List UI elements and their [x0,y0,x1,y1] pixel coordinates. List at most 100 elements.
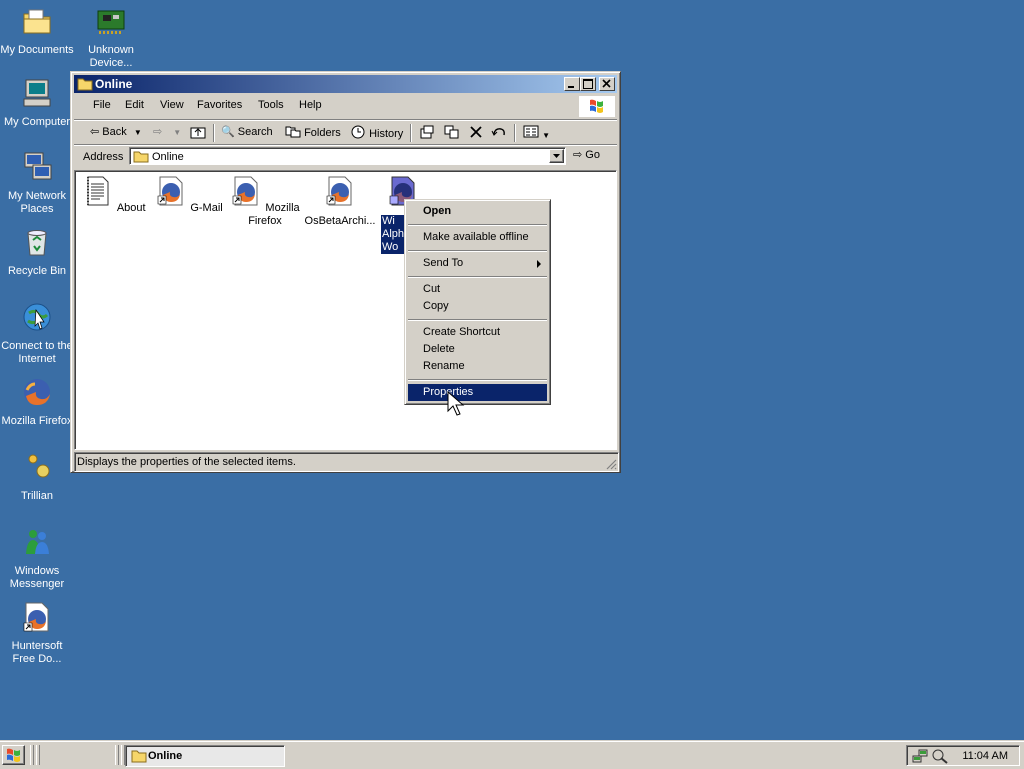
copy-to-button[interactable] [444,125,460,142]
desktop-icon-mozilla-firefox[interactable]: Mozilla Firefox [0,376,74,428]
menu-item-make-available-offline[interactable]: Make available offline [408,229,547,246]
menu-item-open[interactable]: Open [408,203,547,220]
my-documents-folder-icon [23,9,51,34]
menu-item-send-to[interactable]: Send To [408,255,547,272]
desktop-icon-trillian[interactable]: Trillian [0,451,74,503]
address-label: Address [83,151,124,163]
desktop-icon-recycle-bin[interactable]: Recycle Bin [0,226,74,278]
desktop-icon-connect-internet[interactable]: Connect to the Internet [0,301,74,366]
volume-speaker-icon[interactable] [931,748,949,764]
clock[interactable]: 11:04 AM [962,750,1008,762]
menu-tools[interactable]: Tools [258,99,284,111]
firefox-shortcut-icon [23,602,49,632]
go-label: Go [585,149,600,161]
address-field[interactable]: Online [129,147,566,165]
firefox-shortcut-icon [157,176,183,206]
network-places-icon [24,152,52,180]
menu-bar: File Edit View Favorites Tools Help [74,95,617,117]
folders-button[interactable]: Folders [285,125,341,139]
recycle-bin-icon [27,230,47,256]
firefox-shortcut-icon [326,176,352,206]
undo-icon [491,128,505,136]
file-item-osbetaarchive[interactable]: OsBetaArchi... [300,175,380,228]
maximize-icon [583,79,593,89]
chevron-down-icon [553,154,560,158]
go-button[interactable]: ⇨ Go [573,148,600,161]
desktop-icon-unknown-device[interactable]: Unknown Device... [74,5,148,70]
file-item-about[interactable]: About [77,175,151,215]
file-item-gmail[interactable]: G-Mail [152,175,226,215]
menu-view[interactable]: View [160,99,184,111]
menu-item-properties[interactable]: Properties [408,384,547,401]
desktop-icon-windows-messenger[interactable]: Windows Messenger [0,526,74,591]
maximize-button[interactable] [580,77,596,91]
menu-item-create-shortcut[interactable]: Create Shortcut [408,324,547,341]
status-text: Displays the properties of the selected … [77,456,296,468]
menu-separator [408,319,547,321]
connect-internet-icon [23,303,51,331]
menu-file[interactable]: File [93,99,111,111]
taskbar: Online 11:04 AM [0,740,1024,769]
chevron-down-icon: ▼ [542,131,550,140]
messenger-icon [26,530,49,554]
desktop-icon-huntersoft[interactable]: Huntersoft Free Do... [0,601,74,666]
file-item-label: About [116,202,146,214]
desktop-icon-my-computer[interactable]: My Computer [0,77,74,129]
file-item-mozilla-firefox[interactable]: Mozilla Firefox [226,175,304,228]
menu-item-delete[interactable]: Delete [408,341,547,358]
back-button[interactable]: ⇦ Back ▼ [90,125,142,138]
search-button[interactable]: 🔍 Search [221,125,273,138]
undo-button[interactable] [491,125,507,142]
move-to-button[interactable] [419,125,435,142]
menu-edit[interactable]: Edit [125,99,144,111]
desktop-icon-label: My Computer [3,116,71,128]
history-label: History [369,128,404,140]
desktop-icon-my-documents[interactable]: My Documents [0,5,74,57]
menu-item-rename[interactable]: Rename [408,358,547,375]
go-arrow-icon: ⇨ [573,149,583,161]
desktop-icon-label: Connect to the Internet [1,340,73,365]
forward-button[interactable]: ⇨ ▼ [153,125,181,138]
desktop-icon-label: Mozilla Firefox [1,415,73,427]
close-button[interactable] [599,77,615,91]
taskbar-item-online[interactable]: Online [125,745,285,767]
address-value: Online [152,151,184,163]
desktop-icon-label: Windows Messenger [9,565,65,590]
search-label: Search [237,126,273,138]
move-to-icon [420,125,434,139]
standard-toolbar: ⇦ Back ▼ ⇨ ▼ 🔍 Search Folders History ▼ [74,119,617,144]
network-connection-icon[interactable] [912,748,928,764]
firefox-icon [24,379,50,405]
submenu-arrow-icon [537,260,541,268]
folders-label: Folders [304,127,341,139]
history-button[interactable]: History [350,125,403,140]
desktop-icon-label: My Documents [0,44,74,56]
toolbar-separator [213,124,215,142]
circuit-board-icon [97,10,125,34]
resize-grip-icon[interactable] [605,458,617,470]
address-dropdown-button[interactable] [549,149,564,163]
window-title: Online [95,77,133,91]
windows-logo-throbber [579,96,615,117]
taskbar-item-label: Online [148,750,183,762]
system-tray: 11:04 AM [906,745,1020,766]
desktop-icon-label: Recycle Bin [7,265,67,277]
views-icon [523,125,539,138]
file-item-label: G-Mail [190,202,223,214]
up-folder-icon [190,127,206,139]
quick-launch-grip[interactable] [36,745,40,765]
menu-favorites[interactable]: Favorites [197,99,242,111]
menu-help[interactable]: Help [299,99,322,111]
delete-button[interactable] [469,125,483,142]
start-button[interactable] [2,745,25,765]
minimize-button[interactable] [564,77,580,91]
title-bar[interactable]: Online [74,75,617,93]
up-folder-button[interactable] [190,125,206,142]
menu-item-copy[interactable]: Copy [408,298,547,315]
desktop-icon-network-places[interactable]: My Network Places [0,151,74,216]
menu-separator [408,224,547,226]
menu-item-cut[interactable]: Cut [408,281,547,298]
desktop-icon-label: Huntersoft Free Do... [11,640,63,665]
text-document-icon [87,176,109,206]
views-button[interactable]: ▼ [523,125,550,141]
